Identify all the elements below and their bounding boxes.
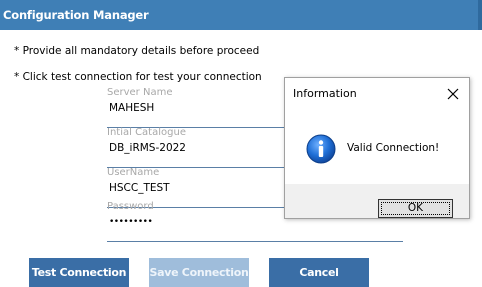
username-label: UserName xyxy=(107,167,160,178)
password-label: Password xyxy=(107,201,154,212)
dialog-header: Information xyxy=(285,78,469,110)
instruction-note-mandatory: * Provide all mandatory details before p… xyxy=(14,45,260,57)
server-name-value[interactable]: MAHESH xyxy=(109,102,154,114)
initial-catalogue-value[interactable]: DB_iRMS-2022 xyxy=(109,142,186,154)
test-connection-button[interactable]: Test Connection xyxy=(29,258,129,287)
instruction-note-test: * Click test connection for test your co… xyxy=(14,71,262,83)
username-value[interactable]: HSCC_TEST xyxy=(109,182,170,194)
dialog-message: Valid Connection! xyxy=(347,142,440,154)
password-value[interactable]: ••••••••• xyxy=(109,217,153,227)
initial-catalogue-label: Intial Catalogue xyxy=(107,127,186,138)
dialog-title: Information xyxy=(293,87,357,100)
ok-button-label: OK xyxy=(407,202,424,214)
title-bar: Configuration Manager xyxy=(0,0,482,30)
close-icon[interactable] xyxy=(443,84,463,104)
cancel-button[interactable]: Cancel xyxy=(269,258,369,287)
information-dialog: Information Valid Connection! OK xyxy=(284,77,470,219)
window-title: Configuration Manager xyxy=(3,8,149,22)
password-underline xyxy=(107,241,403,242)
save-connection-button[interactable]: Save Connection xyxy=(149,258,249,287)
dialog-body: Valid Connection! xyxy=(285,110,469,184)
title-bar-edge xyxy=(478,0,482,30)
info-icon xyxy=(306,134,336,164)
server-name-label: Server Name xyxy=(107,87,173,98)
ok-button[interactable]: OK xyxy=(378,199,453,218)
